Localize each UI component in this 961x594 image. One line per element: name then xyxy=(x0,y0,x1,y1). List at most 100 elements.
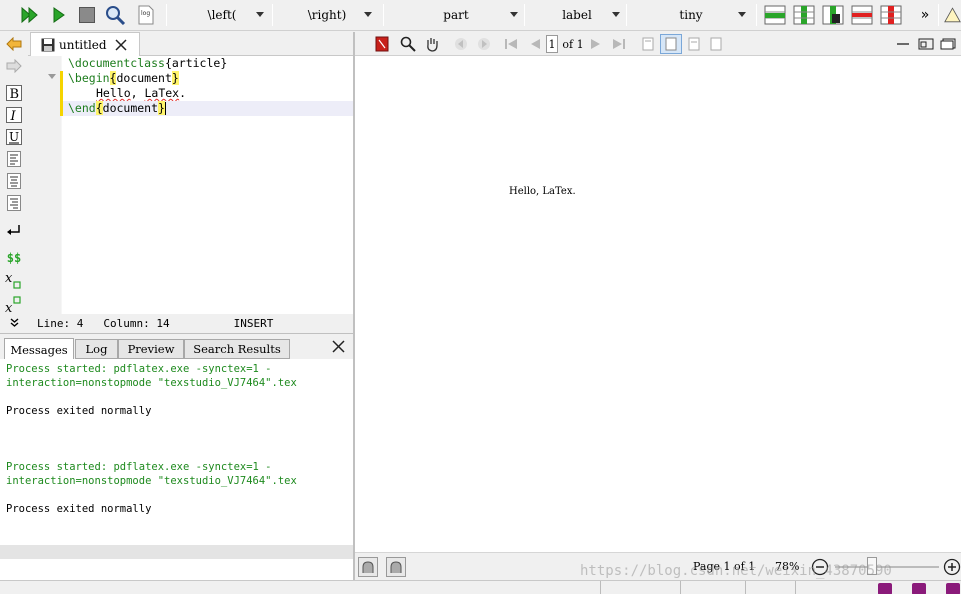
tab-messages[interactable]: Messages xyxy=(4,338,74,360)
math-mode-icon[interactable]: $$ xyxy=(4,249,24,267)
align-left-icon[interactable] xyxy=(4,150,24,168)
zoom-in-icon[interactable] xyxy=(943,558,961,576)
chevron-down-icon xyxy=(612,12,620,17)
status-line: Line: 4 xyxy=(37,316,84,330)
bookmark-icon[interactable] xyxy=(4,35,24,53)
status-icon[interactable] xyxy=(878,583,892,594)
bold-icon[interactable]: B xyxy=(4,84,24,102)
format-toolbar: B I U $$ x x xyxy=(0,32,28,334)
font-size-combo[interactable]: tiny xyxy=(632,3,750,27)
compile-icon[interactable] xyxy=(48,4,70,26)
back-icon[interactable] xyxy=(453,35,469,53)
build-and-view-icon[interactable] xyxy=(18,4,42,26)
facing-pages-icon[interactable] xyxy=(685,35,703,53)
pdf-toolbar: 1 of 1 xyxy=(355,32,961,56)
status-icon[interactable] xyxy=(912,583,926,594)
underline-icon[interactable]: U xyxy=(4,128,24,146)
svg-text:x: x xyxy=(5,271,13,286)
left-delimiter-combo[interactable]: \left( xyxy=(176,3,268,27)
embed-window-icon[interactable] xyxy=(917,35,935,53)
align-right-icon[interactable] xyxy=(4,194,24,212)
line-gutter xyxy=(28,56,62,314)
italic-icon[interactable]: I xyxy=(4,106,24,124)
previous-page-icon[interactable] xyxy=(527,35,543,53)
subscript-icon[interactable]: x xyxy=(4,271,24,289)
view-pdf-icon[interactable] xyxy=(104,4,128,26)
right-delimiter-combo[interactable]: \right) xyxy=(278,3,376,27)
latex-argument: document xyxy=(102,101,159,115)
new-line-icon[interactable] xyxy=(4,222,24,240)
pdf-content-text: Hello, LaTex. xyxy=(509,186,576,197)
last-page-icon[interactable] xyxy=(611,35,627,53)
next-bookmark-icon[interactable] xyxy=(4,57,24,75)
tab-untitled[interactable]: untitled xyxy=(30,32,140,56)
align-center-icon[interactable] xyxy=(4,172,24,190)
view-log-icon[interactable]: log xyxy=(134,4,158,26)
svg-text:log: log xyxy=(141,10,150,17)
message-line: Process started: pdflatex.exe -synctex=1… xyxy=(6,363,272,375)
tab-label: untitled xyxy=(59,37,107,52)
sync-to-source-icon[interactable] xyxy=(358,557,378,577)
hand-tool-icon[interactable] xyxy=(423,35,441,53)
svg-text:U: U xyxy=(9,130,19,144)
close-icon[interactable] xyxy=(115,38,127,51)
minimize-icon[interactable] xyxy=(895,35,911,53)
latex-command: \begin xyxy=(68,71,110,85)
combo-label: part xyxy=(443,8,469,22)
code-line: \documentclass{article} xyxy=(62,56,353,71)
tab-log[interactable]: Log xyxy=(75,339,118,359)
continuous-page-icon[interactable] xyxy=(660,34,682,54)
references-combo[interactable]: label xyxy=(530,3,624,27)
maximize-icon[interactable] xyxy=(939,35,957,53)
pdf-viewer[interactable]: Hello, LaTex. xyxy=(355,56,961,552)
remove-row-icon[interactable] xyxy=(849,4,875,26)
fold-arrow-icon[interactable] xyxy=(47,73,57,81)
close-icon[interactable] xyxy=(332,340,345,353)
page-count: of 1 xyxy=(562,37,584,51)
messages-tab-bar: Messages Log Preview Search Results xyxy=(0,333,353,360)
message-line: Process exited normally xyxy=(6,503,152,515)
save-icon[interactable] xyxy=(41,38,55,52)
message-line: interaction=nonstopmode "texstudio_VJ746… xyxy=(6,475,297,487)
editor-status-bar: Line: 4 Column: 14 INSERT xyxy=(0,314,353,332)
first-page-icon[interactable] xyxy=(503,35,519,53)
tab-search-results[interactable]: Search Results xyxy=(184,339,290,359)
warning-icon[interactable] xyxy=(944,4,961,26)
stop-icon[interactable] xyxy=(76,4,98,26)
toolbar-overflow-button[interactable]: » xyxy=(916,4,934,26)
latex-command: \documentclass xyxy=(68,56,165,70)
sectioning-combo[interactable]: part xyxy=(390,3,522,27)
next-page-icon[interactable] xyxy=(588,35,604,53)
single-page-icon[interactable] xyxy=(639,35,657,53)
code-line: Hello, LaTex. xyxy=(60,86,353,101)
fit-page-icon[interactable] xyxy=(707,35,725,53)
add-row-icon[interactable] xyxy=(762,4,788,26)
status-mode: INSERT xyxy=(233,316,274,330)
page-number-input[interactable]: 1 xyxy=(546,35,558,53)
code-editor[interactable]: \documentclass{article} \begin{document}… xyxy=(60,56,353,314)
tab-preview[interactable]: Preview xyxy=(118,339,184,359)
combo-label: \right) xyxy=(307,8,347,22)
status-icon[interactable] xyxy=(946,583,960,594)
chevron-down-icon xyxy=(510,12,518,17)
svg-text:B: B xyxy=(10,87,20,101)
pdf-document-icon[interactable] xyxy=(373,35,391,53)
code-line-current: \end{document} xyxy=(60,101,353,116)
chevron-down-icon xyxy=(738,12,746,17)
watermark: https://blog.csdn.net/weixin_43870590 xyxy=(580,563,892,579)
message-line: Process started: pdflatex.exe -synctex=1… xyxy=(6,461,272,473)
superscript-icon[interactable]: x xyxy=(4,295,24,314)
remove-column-icon[interactable] xyxy=(878,4,904,26)
main-toolbar: log \left( \right) part label tiny » xyxy=(0,0,961,31)
sync-from-source-icon[interactable] xyxy=(386,557,406,577)
latex-argument: {article} xyxy=(164,56,228,70)
horizontal-scrollbar[interactable] xyxy=(0,545,353,559)
window-status-bar xyxy=(0,580,961,594)
column-edit-icon[interactable] xyxy=(820,4,846,26)
latex-command: \end xyxy=(68,101,96,115)
pdf-search-icon[interactable] xyxy=(399,35,417,53)
expand-panel-icon[interactable] xyxy=(10,318,19,328)
add-column-icon[interactable] xyxy=(791,4,817,26)
forward-icon[interactable] xyxy=(476,35,492,53)
svg-text:I: I xyxy=(10,109,17,123)
